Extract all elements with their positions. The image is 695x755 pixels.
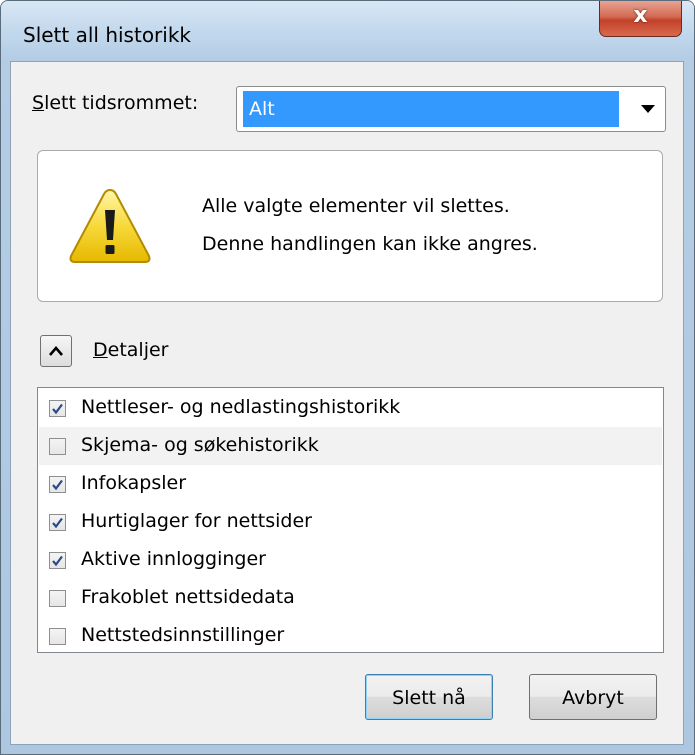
title-bar[interactable]: Slett all historikk x xyxy=(1,1,694,61)
list-item-label: Aktive innlogginger xyxy=(81,548,266,570)
list-item[interactable]: Aktive innlogginger xyxy=(39,541,662,579)
list-item[interactable]: Nettstedsinnstillinger xyxy=(39,617,662,655)
warning-triangle-icon xyxy=(67,186,153,270)
warning-message-1: Alle valgte elementer vil slettes. xyxy=(202,195,510,217)
list-item-label: Nettstedsinnstillinger xyxy=(81,624,285,646)
history-items-list: Nettleser- og nedlastingshistorikk Skjem… xyxy=(37,387,664,653)
checkbox-site-settings[interactable] xyxy=(49,628,66,645)
close-button[interactable]: x xyxy=(599,1,682,37)
checkbox-form-history[interactable] xyxy=(49,438,66,455)
list-item-label: Frakoblet nettsidedata xyxy=(81,586,295,608)
time-range-select[interactable]: Alt xyxy=(236,86,666,132)
close-icon: x xyxy=(633,3,648,28)
checkbox-browsing-history[interactable] xyxy=(49,400,66,417)
details-label[interactable]: Detaljer xyxy=(93,339,168,361)
checkmark-icon xyxy=(52,555,63,567)
list-item-label: Infokapsler xyxy=(81,472,187,494)
list-item-label: Hurtiglager for nettsider xyxy=(81,510,312,532)
time-range-selected-value: Alt xyxy=(243,91,619,127)
chevron-down-icon[interactable] xyxy=(641,105,655,113)
checkmark-icon xyxy=(52,479,63,491)
list-item[interactable]: Hurtiglager for nettsider xyxy=(39,503,662,541)
clear-now-button[interactable]: Slett nå xyxy=(365,674,493,720)
window-title: Slett all historikk xyxy=(23,23,191,47)
details-toggle-button[interactable] xyxy=(40,335,72,367)
list-item[interactable]: Frakoblet nettsidedata xyxy=(39,579,662,617)
list-item[interactable]: Nettleser- og nedlastingshistorikk xyxy=(39,389,662,427)
checkbox-active-logins[interactable] xyxy=(49,552,66,569)
chevron-up-icon xyxy=(49,346,63,356)
checkbox-cache[interactable] xyxy=(49,514,66,531)
checkmark-icon xyxy=(52,517,63,529)
list-item-label: Nettleser- og nedlastingshistorikk xyxy=(81,396,401,418)
cancel-button[interactable]: Avbryt xyxy=(529,674,657,720)
checkbox-cookies[interactable] xyxy=(49,476,66,493)
list-item[interactable]: Infokapsler xyxy=(39,465,662,503)
list-item[interactable]: Skjema- og søkehistorikk xyxy=(39,427,662,465)
time-range-label: Slett tidsrommet: xyxy=(32,92,199,114)
warning-message-2: Denne handlingen kan ikke angres. xyxy=(202,233,538,255)
checkbox-offline-data[interactable] xyxy=(49,590,66,607)
checkmark-icon xyxy=(52,403,63,415)
list-item-label: Skjema- og søkehistorikk xyxy=(81,434,319,456)
